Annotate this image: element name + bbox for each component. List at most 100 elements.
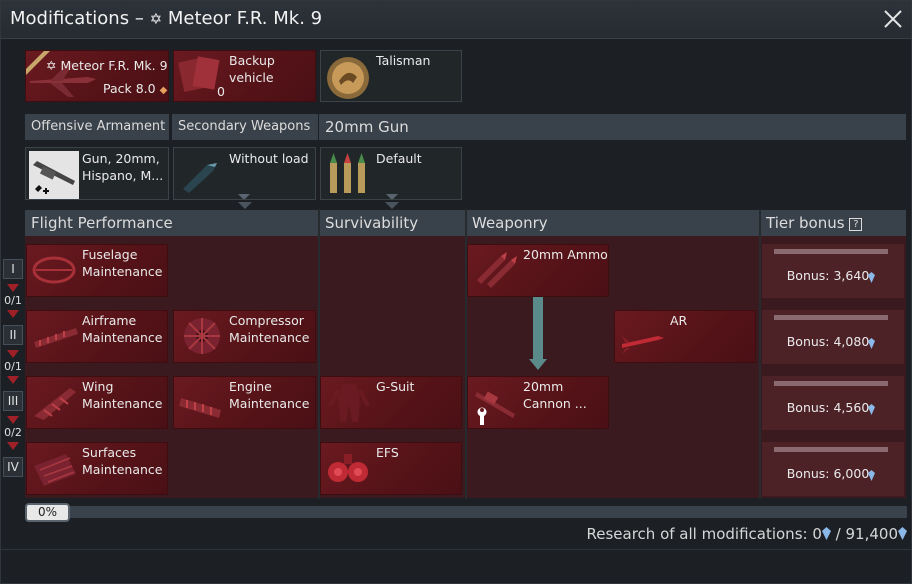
talisman-label: Talisman [376, 53, 431, 68]
gsuit-icon [328, 384, 370, 422]
surfaces-line1: Surfaces [82, 445, 137, 460]
tier-arrow-icon [7, 376, 19, 384]
title-vehicle: Meteor F.R. Mk. 9 [167, 8, 323, 29]
gun-ammo-slot[interactable]: Default [320, 147, 462, 200]
tier-arrow-icon [7, 284, 19, 292]
close-button[interactable] [881, 7, 905, 31]
offensive-armament-slot[interactable]: Gun, 20mm, Hispano, M... [25, 147, 169, 200]
module-compressor[interactable]: Compressor Maintenance [173, 310, 316, 363]
backup-vehicle-slot[interactable]: Backup vehicle 0 [173, 50, 316, 102]
survivability-header: Survivability [319, 210, 465, 236]
module-wing[interactable]: Wing Maintenance [26, 376, 168, 429]
surfaces-line2: Maintenance [82, 462, 163, 477]
research-gem-icon [868, 338, 875, 349]
tier-bonus-bar [774, 447, 888, 452]
tier-label-3: III [3, 391, 23, 411]
compressor-line1: Compressor [229, 313, 304, 328]
dependency-arrow-head [529, 359, 547, 370]
tier-bonus-1: Bonus: 3,640 [762, 244, 904, 298]
control-surfaces-icon [34, 454, 76, 486]
airframe-line1: Airframe [82, 313, 137, 328]
research-label: Research of all modifications: 0 [586, 525, 822, 543]
title-prefix: Modifications – [10, 8, 144, 29]
airframe-line2: Maintenance [82, 330, 163, 345]
research-progress-bar [69, 506, 907, 518]
module-fuselage[interactable]: Fuselage Maintenance [26, 244, 168, 297]
research-progress-label: 0% [25, 503, 70, 522]
tier-bonus-3: Bonus: 4,560 [762, 376, 904, 430]
secondary-weapons-header: Secondary Weapons [172, 114, 318, 140]
help-icon[interactable]: ? [849, 218, 863, 231]
wing-line1: Wing [82, 379, 114, 394]
tier-count-1: 0/1 [4, 294, 22, 307]
close-icon [884, 10, 902, 28]
rocket-icon [622, 336, 664, 354]
vehicle-name: Meteor F.R. Mk. 9 [60, 58, 168, 73]
chevron-down-icon [385, 202, 399, 209]
ammo-label: 20mm Ammo [523, 247, 608, 262]
gun-icon [29, 151, 79, 199]
tier-label-1: I [3, 259, 23, 279]
engine-line2: Maintenance [229, 396, 310, 411]
airframe-icon [34, 328, 78, 348]
module-surfaces[interactable]: Surfaces Maintenance [26, 442, 168, 495]
title-bar: Modifications – ✡ Meteor F.R. Mk. 9 [1, 1, 911, 39]
offensive-armament-header: Offensive Armament [25, 114, 169, 140]
tier-bonus-2: Bonus: 4,080 [762, 310, 904, 364]
dependency-arrow [533, 297, 543, 359]
module-airframe[interactable]: Airframe Maintenance [26, 310, 168, 363]
pylon-icon [183, 163, 217, 193]
module-gsuit[interactable]: G-Suit [320, 376, 462, 429]
gun-header: 20mm Gun [319, 114, 906, 140]
engine-line1: Engine [229, 379, 272, 394]
module-efs[interactable]: EFS [320, 442, 462, 495]
secondary-label: Without load [229, 151, 309, 166]
research-total: 91,400 [845, 525, 899, 543]
research-separator: / [835, 525, 841, 543]
research-gem-icon [868, 470, 875, 481]
fuselage-line2: Maintenance [82, 264, 163, 279]
tier-count-2: 0/1 [4, 360, 22, 373]
ammo-icon [477, 252, 517, 288]
research-gem-icon [868, 272, 875, 283]
ammo-belt-icon [330, 153, 365, 193]
tier-arrow-icon [7, 416, 19, 424]
research-summary: Research of all modifications: 0 / 91,40… [586, 525, 907, 543]
module-engine[interactable]: Engine Maintenance [173, 376, 316, 429]
tier-bonus-header: Tier bonus ? [760, 210, 906, 236]
tier-label-2: II [3, 325, 23, 345]
vehicle-pack: Pack 8.0 [103, 81, 156, 96]
backup-label-line2: vehicle [229, 70, 274, 85]
tier-count-3: 0/2 [4, 426, 22, 439]
tier-label-4: IV [3, 457, 23, 477]
compressor-icon [184, 318, 220, 354]
ar-label: AR [670, 313, 688, 328]
tier-bonus-bar [774, 381, 888, 386]
research-gem-icon [821, 527, 831, 540]
cannon-line1: 20mm [523, 379, 564, 394]
vehicle-slot[interactable]: ✡ Meteor F.R. Mk. 9 Pack 8.0 ◆ [25, 50, 169, 102]
window-title: Modifications – ✡ Meteor F.R. Mk. 9 [10, 8, 322, 29]
chevron-down-icon [386, 194, 398, 199]
tier-bonus-bar [774, 315, 888, 320]
cannon-line2: Cannon ... [523, 396, 587, 411]
wing-line2: Maintenance [82, 396, 163, 411]
tier-bonus-bar [774, 249, 888, 254]
country-star-icon: ✡ [149, 10, 163, 28]
column-divider [759, 209, 761, 499]
secondary-weapons-slot[interactable]: Without load [173, 147, 316, 200]
fire-extinguisher-icon [328, 454, 368, 482]
module-20mm-ammo[interactable]: 20mm Ammo [467, 244, 609, 297]
module-20mm-cannon[interactable]: 20mm Cannon ... [467, 376, 609, 429]
talisman-slot[interactable]: Talisman [320, 50, 462, 102]
gsuit-label: G-Suit [376, 379, 415, 394]
tier-bonus-4: Bonus: 6,000 [762, 442, 904, 496]
module-ar[interactable]: AR [614, 310, 756, 363]
offensive-line1: Gun, 20mm, [82, 151, 160, 166]
country-star-icon: ✡ [46, 58, 57, 73]
wing-icon [34, 388, 76, 420]
tier-arrow-icon [7, 310, 19, 318]
offensive-line2: Hispano, M... [82, 168, 164, 183]
backup-count: 0 [217, 84, 225, 99]
tier-bonus-label: Tier bonus [766, 214, 845, 232]
